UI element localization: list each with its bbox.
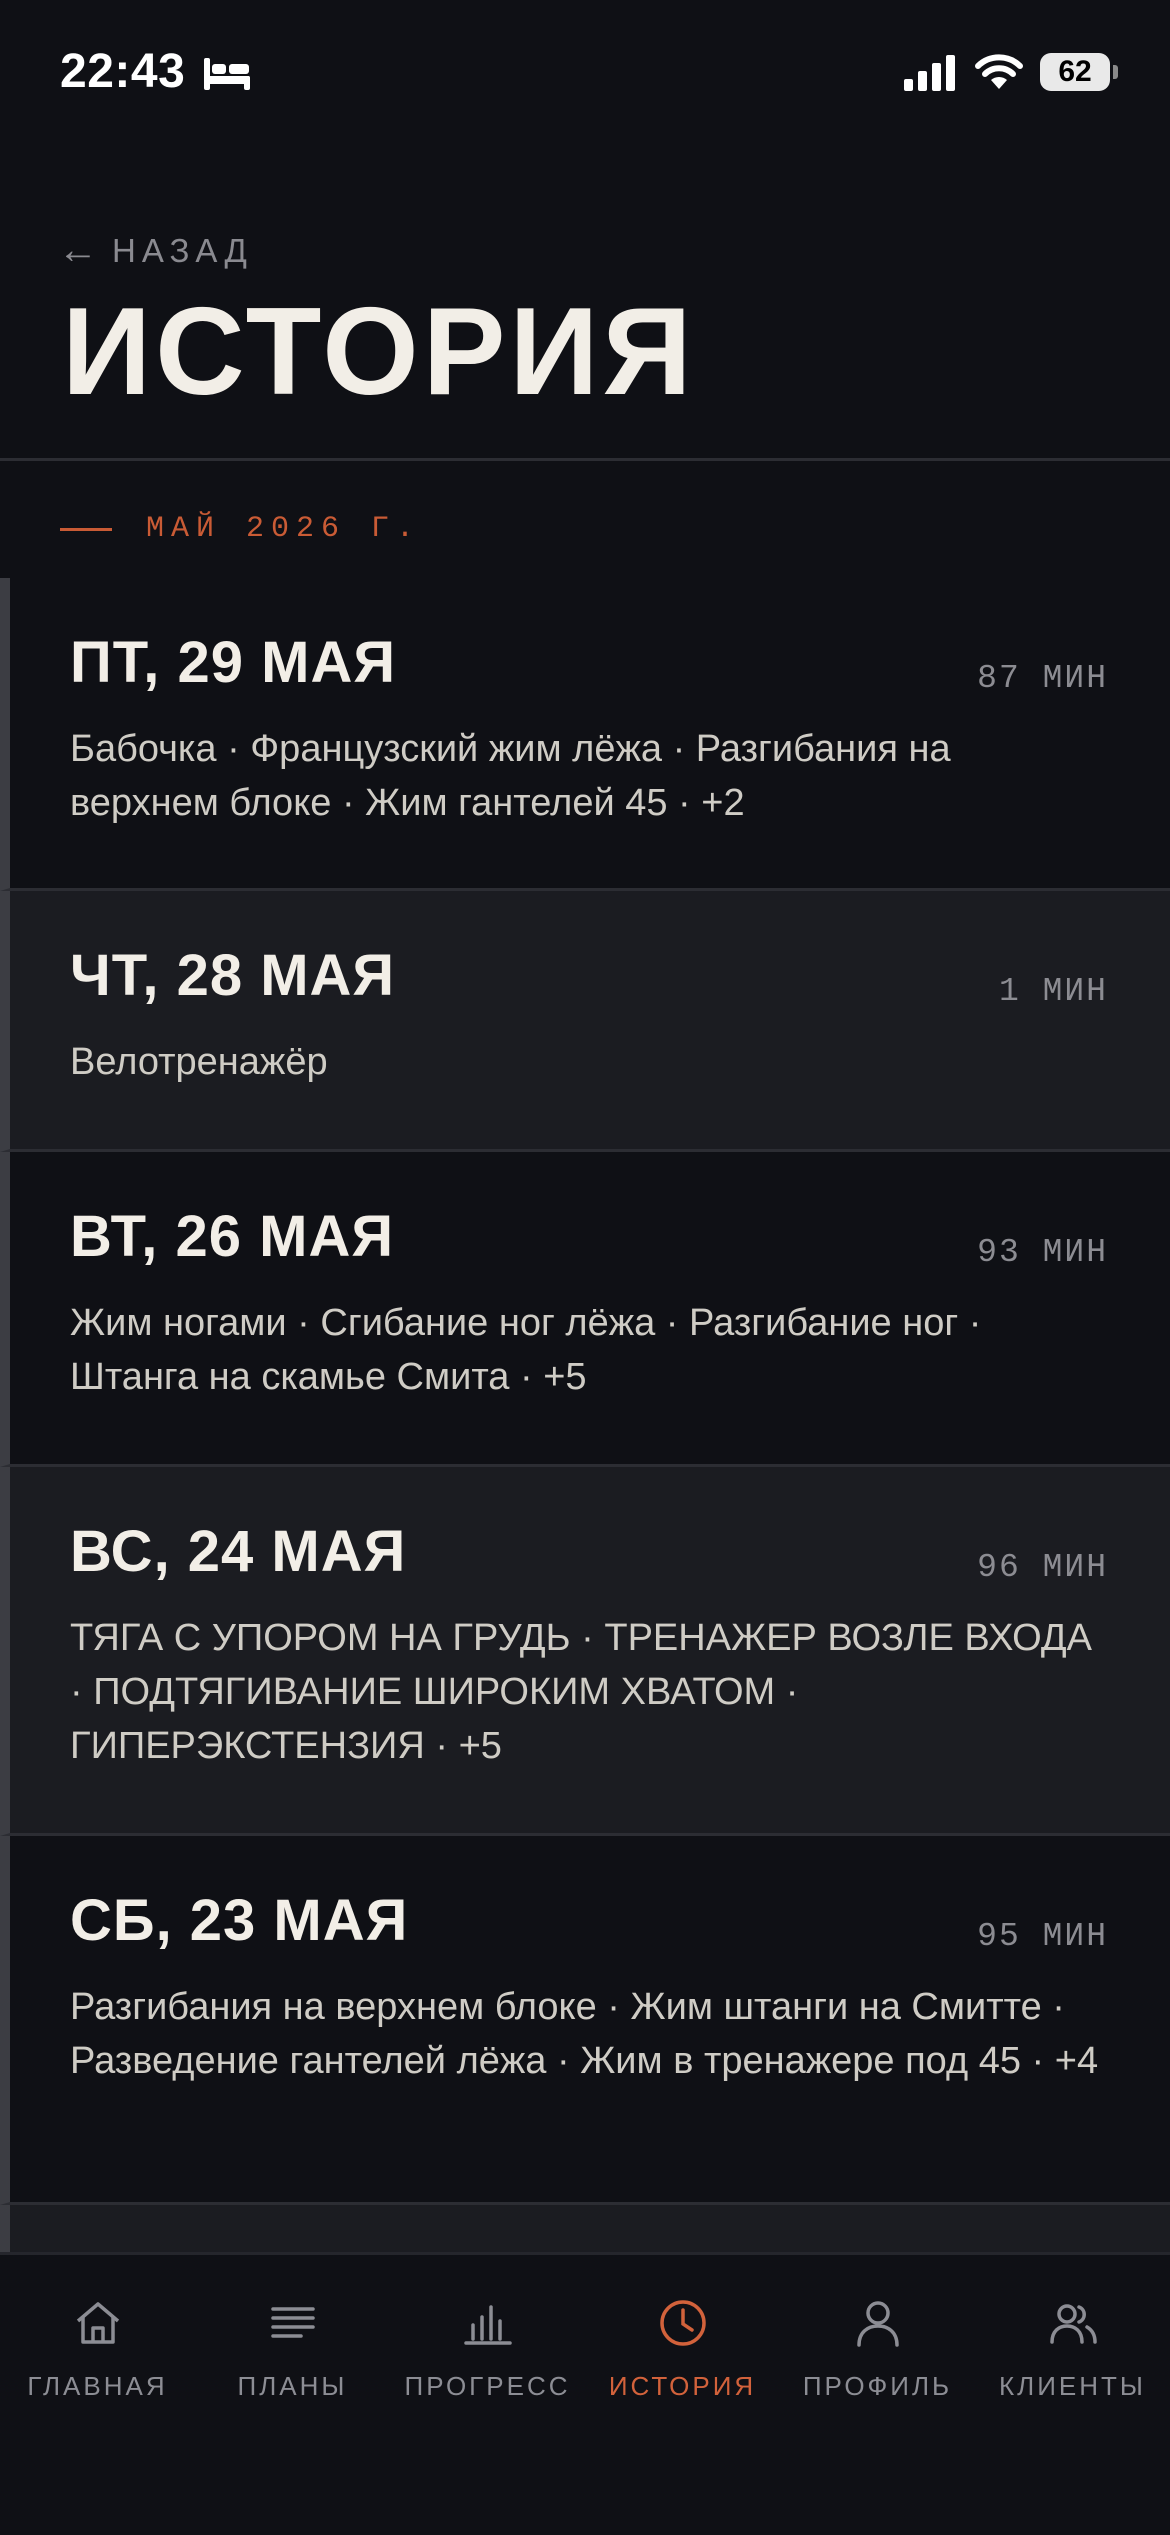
session-duration: 87 МИН: [977, 660, 1108, 697]
session-duration: 1 МИН: [998, 973, 1108, 1010]
month-header: МАЙ 2026 Г.: [60, 512, 421, 546]
status-time: 22:43: [60, 45, 186, 98]
session-item[interactable]: ПТ, 29 МАЯ 87 МИН Бабочка · Французский …: [0, 578, 1170, 891]
session-date: СБ, 23 МАЯ: [70, 1888, 409, 1953]
history-list: ПТ, 29 МАЯ 87 МИН Бабочка · Французский …: [0, 578, 1170, 2265]
nav-home[interactable]: ГЛАВНАЯ: [0, 2255, 195, 2535]
session-date: ЧТ, 28 МАЯ: [70, 943, 396, 1008]
session-duration: 95 МИН: [977, 1918, 1108, 1955]
bar-chart-icon: [463, 2305, 512, 2345]
month-dash: [60, 527, 112, 531]
session-exercises: Жим ногами · Сгибание ног лёжа · Разгиба…: [70, 1302, 982, 1398]
bed-icon: [204, 58, 250, 90]
session-exercises: ТЯГА С УПОРОМ НА ГРУДЬ · ТРЕНАЖЕР ВОЗЛЕ …: [70, 1617, 1092, 1767]
nav-clients[interactable]: КЛИЕНТЫ: [975, 2255, 1170, 2535]
users-icon: [1049, 2304, 1097, 2344]
wifi-icon: [975, 54, 1023, 89]
battery-icon: 62: [1040, 53, 1118, 91]
home-icon: [76, 2302, 119, 2344]
user-icon: [856, 2301, 899, 2347]
signal-icon: [904, 55, 955, 91]
session-item[interactable]: СБ, 23 МАЯ 95 МИН Разгибания на верхнем …: [0, 1836, 1170, 2205]
battery-level: 62: [1058, 55, 1092, 88]
bottom-nav: ГЛАВНАЯ ПЛАНЫ ПРОГРЕСС ИСТОРИЯ ПРОФИЛЬ К…: [0, 2252, 1170, 2535]
session-date: ВС, 24 МАЯ: [70, 1519, 407, 1584]
back-label: НАЗАД: [112, 231, 253, 269]
list-icon: [270, 2307, 315, 2338]
header-divider: [0, 458, 1170, 461]
back-arrow-icon: ←: [58, 228, 98, 272]
nav-label: ПРОГРЕСС: [404, 2371, 571, 2401]
nav-label: ГЛАВНАЯ: [27, 2371, 168, 2401]
month-label: МАЙ 2026 Г.: [146, 512, 422, 546]
nav-label: ПРОФИЛЬ: [802, 2371, 953, 2401]
clock-icon: [659, 2300, 706, 2346]
nav-progress[interactable]: ПРОГРЕСС: [390, 2255, 585, 2535]
page-title: ИСТОРИЯ: [62, 283, 696, 421]
session-duration: 93 МИН: [977, 1234, 1108, 1271]
session-exercises: Велотренажёр: [70, 1041, 328, 1083]
session-duration: 96 МИН: [977, 1549, 1108, 1586]
back-button[interactable]: ← НАЗАД: [58, 228, 253, 273]
session-item[interactable]: ВТ, 26 МАЯ 93 МИН Жим ногами · Сгибание …: [0, 1152, 1170, 1467]
session-date: ВТ, 26 МАЯ: [70, 1204, 395, 1269]
session-exercises: Бабочка · Французский жим лёжа · Разгиба…: [70, 728, 951, 824]
nav-plans[interactable]: ПЛАНЫ: [195, 2255, 390, 2535]
nav-profile[interactable]: ПРОФИЛЬ: [780, 2255, 975, 2535]
nav-label: КЛИЕНТЫ: [999, 2371, 1146, 2401]
nav-history[interactable]: ИСТОРИЯ: [585, 2255, 780, 2535]
session-item[interactable]: ВС, 24 МАЯ 96 МИН ТЯГА С УПОРОМ НА ГРУДЬ…: [0, 1467, 1170, 1836]
status-bar: 22:43 62: [0, 0, 1170, 150]
nav-label: ИСТОРИЯ: [608, 2371, 757, 2401]
session-item[interactable]: ЧТ, 28 МАЯ 1 МИН Велотренажёр: [0, 891, 1170, 1152]
nav-label: ПЛАНЫ: [237, 2371, 348, 2401]
session-date: ПТ, 29 МАЯ: [70, 630, 397, 695]
session-exercises: Разгибания на верхнем блоке · Жим штанги…: [70, 1986, 1099, 2082]
